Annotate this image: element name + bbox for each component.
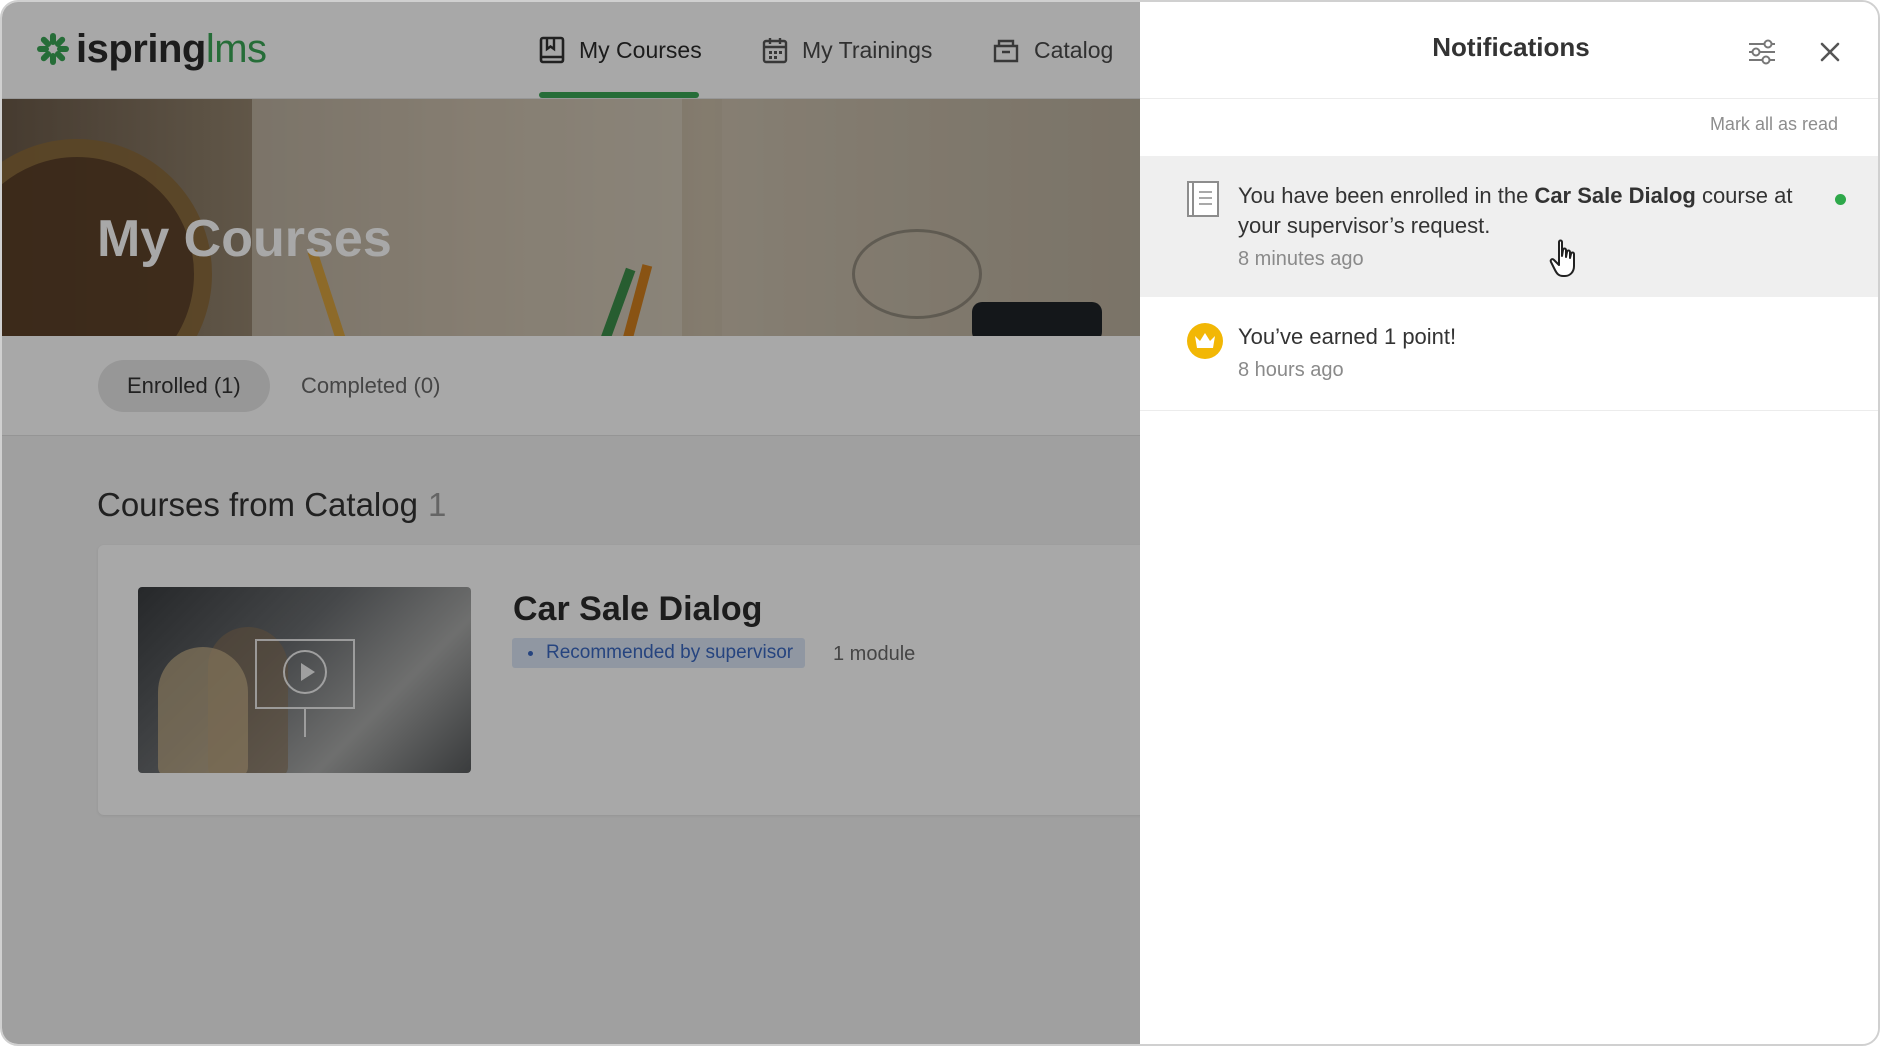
crown-icon bbox=[1187, 323, 1223, 359]
close-panel-button[interactable] bbox=[1812, 34, 1848, 70]
main-area: ispringlms My Courses My Trainings Catal… bbox=[2, 2, 1140, 1044]
modal-backdrop[interactable] bbox=[2, 2, 1140, 1044]
unread-indicator bbox=[1835, 194, 1846, 205]
notification-time: 8 hours ago bbox=[1238, 359, 1344, 381]
notification-time: 8 minutes ago bbox=[1238, 248, 1364, 270]
notification-message: You’ve earned 1 point! bbox=[1238, 324, 1457, 349]
notifications-panel: Notifications Mark all as read You have … bbox=[1140, 2, 1878, 1044]
notification-item[interactable]: You have been enrolled in the Car Sale D… bbox=[1140, 156, 1878, 297]
notification-item[interactable]: You’ve earned 1 point! 8 hours ago bbox=[1140, 297, 1878, 411]
notification-settings-button[interactable] bbox=[1744, 34, 1780, 70]
notifications-header: Notifications bbox=[1140, 2, 1878, 99]
sliders-icon bbox=[1749, 39, 1775, 65]
mark-all-read-link[interactable]: Mark all as read bbox=[1710, 114, 1838, 135]
close-icon bbox=[1820, 42, 1840, 62]
app-window: ispringlms My Courses My Trainings Catal… bbox=[0, 0, 1880, 1046]
document-icon bbox=[1187, 181, 1219, 217]
course-name-highlight: Car Sale Dialog bbox=[1534, 183, 1696, 208]
hand-pointer-cursor-icon bbox=[1549, 239, 1575, 277]
notification-message: You have been enrolled in the Car Sale D… bbox=[1238, 183, 1793, 238]
